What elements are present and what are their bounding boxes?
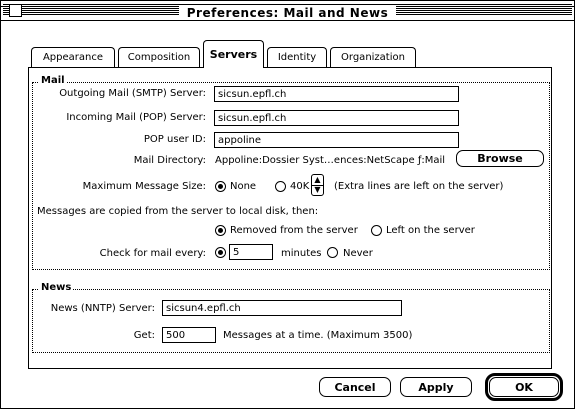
minutes-label: minutes <box>281 248 322 259</box>
max-message-size-label: Maximum Message Size: <box>82 181 206 192</box>
news-group-label: News <box>39 282 74 293</box>
tab-appearance[interactable]: Appearance <box>31 47 115 67</box>
left-on-server-radio[interactable] <box>371 225 382 236</box>
max-size-none-radio[interactable] <box>215 181 226 192</box>
copy-instructions-text: Messages are copied from the server to l… <box>37 206 319 217</box>
smtp-server-field[interactable]: sicsun.epfl.ch <box>214 86 459 102</box>
news-group: News <box>32 282 550 353</box>
check-interval-field[interactable]: 5 <box>229 244 273 260</box>
apply-button[interactable]: Apply <box>400 377 472 397</box>
removed-from-server-radio[interactable] <box>215 225 226 236</box>
max-size-note: (Extra lines are left on the server) <box>334 181 504 192</box>
smtp-label: Outgoing Mail (SMTP) Server: <box>59 88 206 99</box>
check-every-radio[interactable] <box>215 247 226 258</box>
tab-composition[interactable]: Composition <box>118 47 200 67</box>
mail-directory-label: Mail Directory: <box>133 155 206 166</box>
get-count-field[interactable]: 500 <box>162 327 216 343</box>
check-never-radio[interactable] <box>327 247 338 258</box>
pop-user-id-field[interactable]: appoline <box>214 132 459 148</box>
mail-group-label: Mail <box>39 75 67 86</box>
window-title: Preferences: Mail and News <box>178 6 397 20</box>
preferences-window: Preferences: Mail and News Appearance Co… <box>0 0 575 409</box>
removed-from-server-label: Removed from the server <box>230 225 358 236</box>
never-label: Never <box>343 248 373 259</box>
pop-label: Incoming Mail (POP) Server: <box>66 112 206 123</box>
pop-user-id-label: POP user ID: <box>143 134 206 145</box>
get-label: Get: <box>133 330 155 341</box>
cancel-button[interactable]: Cancel <box>319 377 391 397</box>
max-size-value: 40K <box>290 181 310 192</box>
mail-directory-path: Appoline:Dossier Syst…ences:NetScape ƒ:M… <box>215 155 446 166</box>
nntp-label: News (NNTP) Server: <box>50 303 155 314</box>
get-count-note: Messages at a time. (Maximum 3500) <box>223 330 413 341</box>
tab-servers[interactable]: Servers <box>203 40 264 68</box>
stepper-down-icon[interactable]: ▼ <box>312 185 323 195</box>
tab-identity[interactable]: Identity <box>267 47 327 67</box>
browse-button[interactable]: Browse <box>456 150 544 167</box>
check-mail-label: Check for mail every: <box>99 248 206 259</box>
max-size-stepper[interactable]: ▲ ▼ <box>311 174 324 196</box>
max-size-none-label: None <box>230 181 257 192</box>
left-on-server-label: Left on the server <box>386 225 475 236</box>
title-bar[interactable]: Preferences: Mail and News <box>1 1 574 21</box>
ok-button[interactable]: OK <box>489 377 559 397</box>
tab-organization[interactable]: Organization <box>330 47 416 67</box>
pop-server-field[interactable]: sicsun.epfl.ch <box>214 110 459 126</box>
nntp-server-field[interactable]: sicsun4.epfl.ch <box>162 300 402 316</box>
window-title-wrap: Preferences: Mail and News <box>1 2 574 21</box>
max-size-limit-radio[interactable] <box>275 181 286 192</box>
